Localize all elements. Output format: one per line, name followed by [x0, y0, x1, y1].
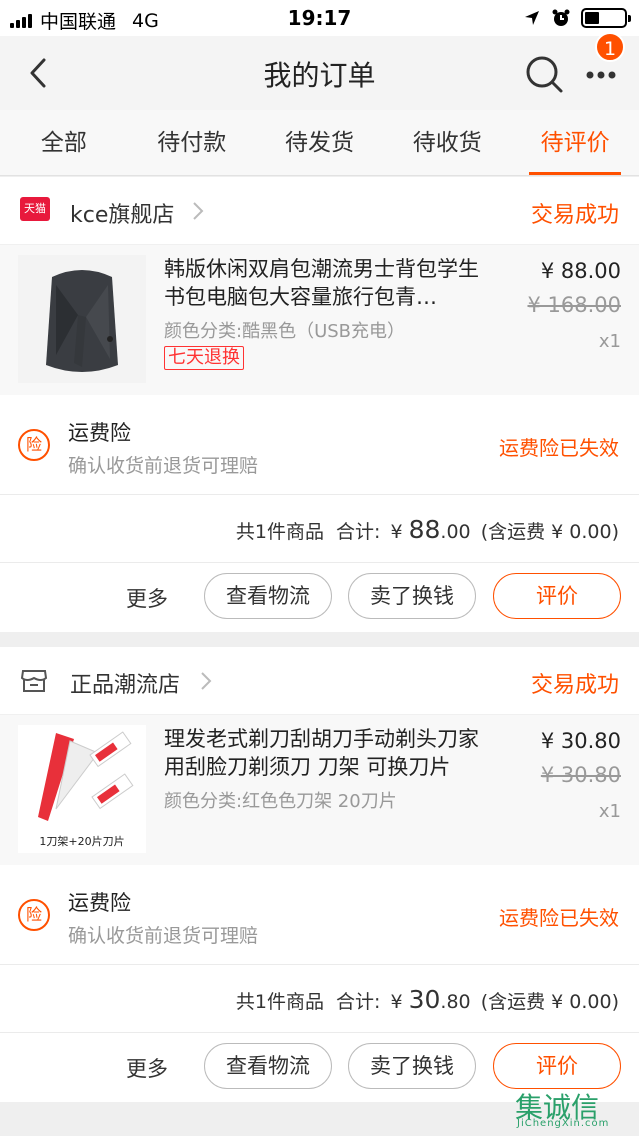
- product-title: 理发老式剃刀刮胡刀手动剃头刀家用刮脸刀剃须刀 刀架 可换刀片: [164, 727, 479, 779]
- order-card: 天猫 kce旗舰店 交易成功 韩版休闲双肩包潮流男士背包学生书包电脑包大容量旅行…: [0, 177, 639, 632]
- original-price: ¥ 168.00: [527, 293, 621, 317]
- insurance-desc: 确认收货前退货可理赔: [68, 925, 259, 947]
- order-status: 交易成功: [530, 203, 619, 228]
- tmall-icon: 天猫: [20, 197, 50, 221]
- order-summary: 共1件商品 合计: ¥ 30.80 (含运费 ¥ 0.00): [0, 965, 639, 1033]
- search-icon[interactable]: [524, 54, 564, 94]
- alarm-icon: [552, 9, 570, 26]
- currency: ¥: [390, 991, 403, 1013]
- insurance-desc: 确认收货前退货可理赔: [68, 455, 259, 477]
- more-options-icon[interactable]: [584, 60, 624, 90]
- original-price: ¥ 30.80: [540, 763, 621, 787]
- shipping-insurance[interactable]: 险 运费险 确认收货前退货可理赔 运费险已失效: [0, 395, 639, 495]
- review-button[interactable]: 评价: [493, 573, 621, 619]
- total-amount-dec: .80: [440, 991, 471, 1013]
- status-right: [523, 8, 631, 28]
- order-summary: 共1件商品 合计: ¥ 88.00 (含运费 ¥ 0.00): [0, 495, 639, 563]
- product-price: ¥ 88.00: [540, 259, 621, 283]
- tab-pending-receipt[interactable]: 待收货: [383, 110, 511, 175]
- quantity: x1: [598, 331, 621, 352]
- total-label: 合计:: [336, 991, 381, 1013]
- tab-pending-shipment[interactable]: 待发货: [256, 110, 384, 175]
- product-sku: 颜色分类:酷黑色（USB充电）: [164, 321, 406, 342]
- summary-line: 共1件商品 合计: ¥ 30.80 (含运费 ¥ 0.00): [236, 985, 619, 1014]
- currency: ¥: [390, 521, 403, 543]
- tab-pending-review[interactable]: 待评价: [511, 110, 639, 175]
- order-card: 正品潮流店 交易成功 1刀架+20片刀片 理发老式剃刀刮胡刀手动剃头刀家用刮脸刀…: [0, 647, 639, 1102]
- order-actions: 更多 查看物流 卖了换钱 评价: [0, 563, 639, 633]
- summary-line: 共1件商品 合计: ¥ 88.00 (含运费 ¥ 0.00): [236, 515, 619, 544]
- battery-icon: [581, 8, 631, 28]
- product-image-caption: 1刀架+20片刀片: [39, 835, 125, 848]
- shipping-fee: (含运费 ¥ 0.00): [480, 991, 619, 1013]
- insurance-status: 运费险已失效: [499, 906, 619, 930]
- order-tabs: 全部 待付款 待发货 待收货 待评价: [0, 110, 639, 176]
- insurance-status: 运费险已失效: [499, 436, 619, 460]
- product-sku: 颜色分类:红色色刀架 20刀片: [164, 791, 397, 812]
- insurance-name: 运费险: [68, 421, 131, 445]
- view-logistics-button[interactable]: 查看物流: [204, 573, 332, 619]
- return-policy-tag: 七天退换: [164, 346, 244, 370]
- quantity: x1: [598, 801, 621, 822]
- review-button[interactable]: 评价: [493, 1043, 621, 1089]
- resell-button[interactable]: 卖了换钱: [348, 1043, 476, 1089]
- order-status: 交易成功: [530, 673, 619, 698]
- product-image[interactable]: [18, 255, 146, 383]
- chevron-right-icon: [201, 672, 212, 690]
- nav-bar: 我的订单 1: [0, 32, 639, 110]
- store-icon: [20, 670, 48, 692]
- total-amount-int: 88: [408, 515, 441, 544]
- product-title: 韩版休闲双肩包潮流男士背包学生书包电脑包大容量旅行包青…: [164, 257, 479, 309]
- location-arrow-icon: [525, 11, 539, 25]
- tab-pending-payment[interactable]: 待付款: [128, 110, 256, 175]
- notification-badge: 1: [595, 32, 625, 62]
- shop-header[interactable]: 天猫 kce旗舰店 交易成功: [0, 177, 639, 245]
- item-count: 共1件商品: [235, 521, 324, 543]
- order-item[interactable]: 韩版休闲双肩包潮流男士背包学生书包电脑包大容量旅行包青… 颜色分类:酷黑色（US…: [0, 245, 639, 395]
- watermark-url: JiChengXin.com: [517, 1118, 610, 1129]
- more-button[interactable]: 更多: [126, 1053, 168, 1083]
- resell-button[interactable]: 卖了换钱: [348, 573, 476, 619]
- razor-image: [18, 725, 146, 837]
- product-image[interactable]: 1刀架+20片刀片: [18, 725, 146, 853]
- item-count: 共1件商品: [235, 991, 324, 1013]
- chevron-right-icon: [193, 202, 204, 220]
- tab-all[interactable]: 全部: [0, 110, 128, 175]
- total-label: 合计:: [336, 521, 381, 543]
- product-price: ¥ 30.80: [540, 729, 621, 753]
- insurance-name: 运费险: [68, 891, 131, 915]
- insurance-icon: 险: [18, 429, 50, 461]
- status-bar: 中国联通 4G 19:17: [0, 0, 639, 36]
- view-logistics-button[interactable]: 查看物流: [204, 1043, 332, 1089]
- shop-name: kce旗舰店: [70, 203, 175, 228]
- total-amount-dec: .00: [440, 521, 471, 543]
- shop-name: 正品潮流店: [70, 673, 181, 698]
- total-amount-int: 30: [408, 985, 441, 1014]
- shipping-fee: (含运费 ¥ 0.00): [480, 521, 619, 543]
- backpack-image: [18, 255, 146, 383]
- watermark: 集诚信 JiChengXin.com: [511, 1086, 631, 1132]
- insurance-icon: 险: [18, 899, 50, 931]
- shop-header[interactable]: 正品潮流店 交易成功: [0, 647, 639, 715]
- more-button[interactable]: 更多: [126, 583, 168, 613]
- order-item[interactable]: 1刀架+20片刀片 理发老式剃刀刮胡刀手动剃头刀家用刮脸刀剃须刀 刀架 可换刀片…: [0, 715, 639, 865]
- shipping-insurance[interactable]: 险 运费险 确认收货前退货可理赔 运费险已失效: [0, 865, 639, 965]
